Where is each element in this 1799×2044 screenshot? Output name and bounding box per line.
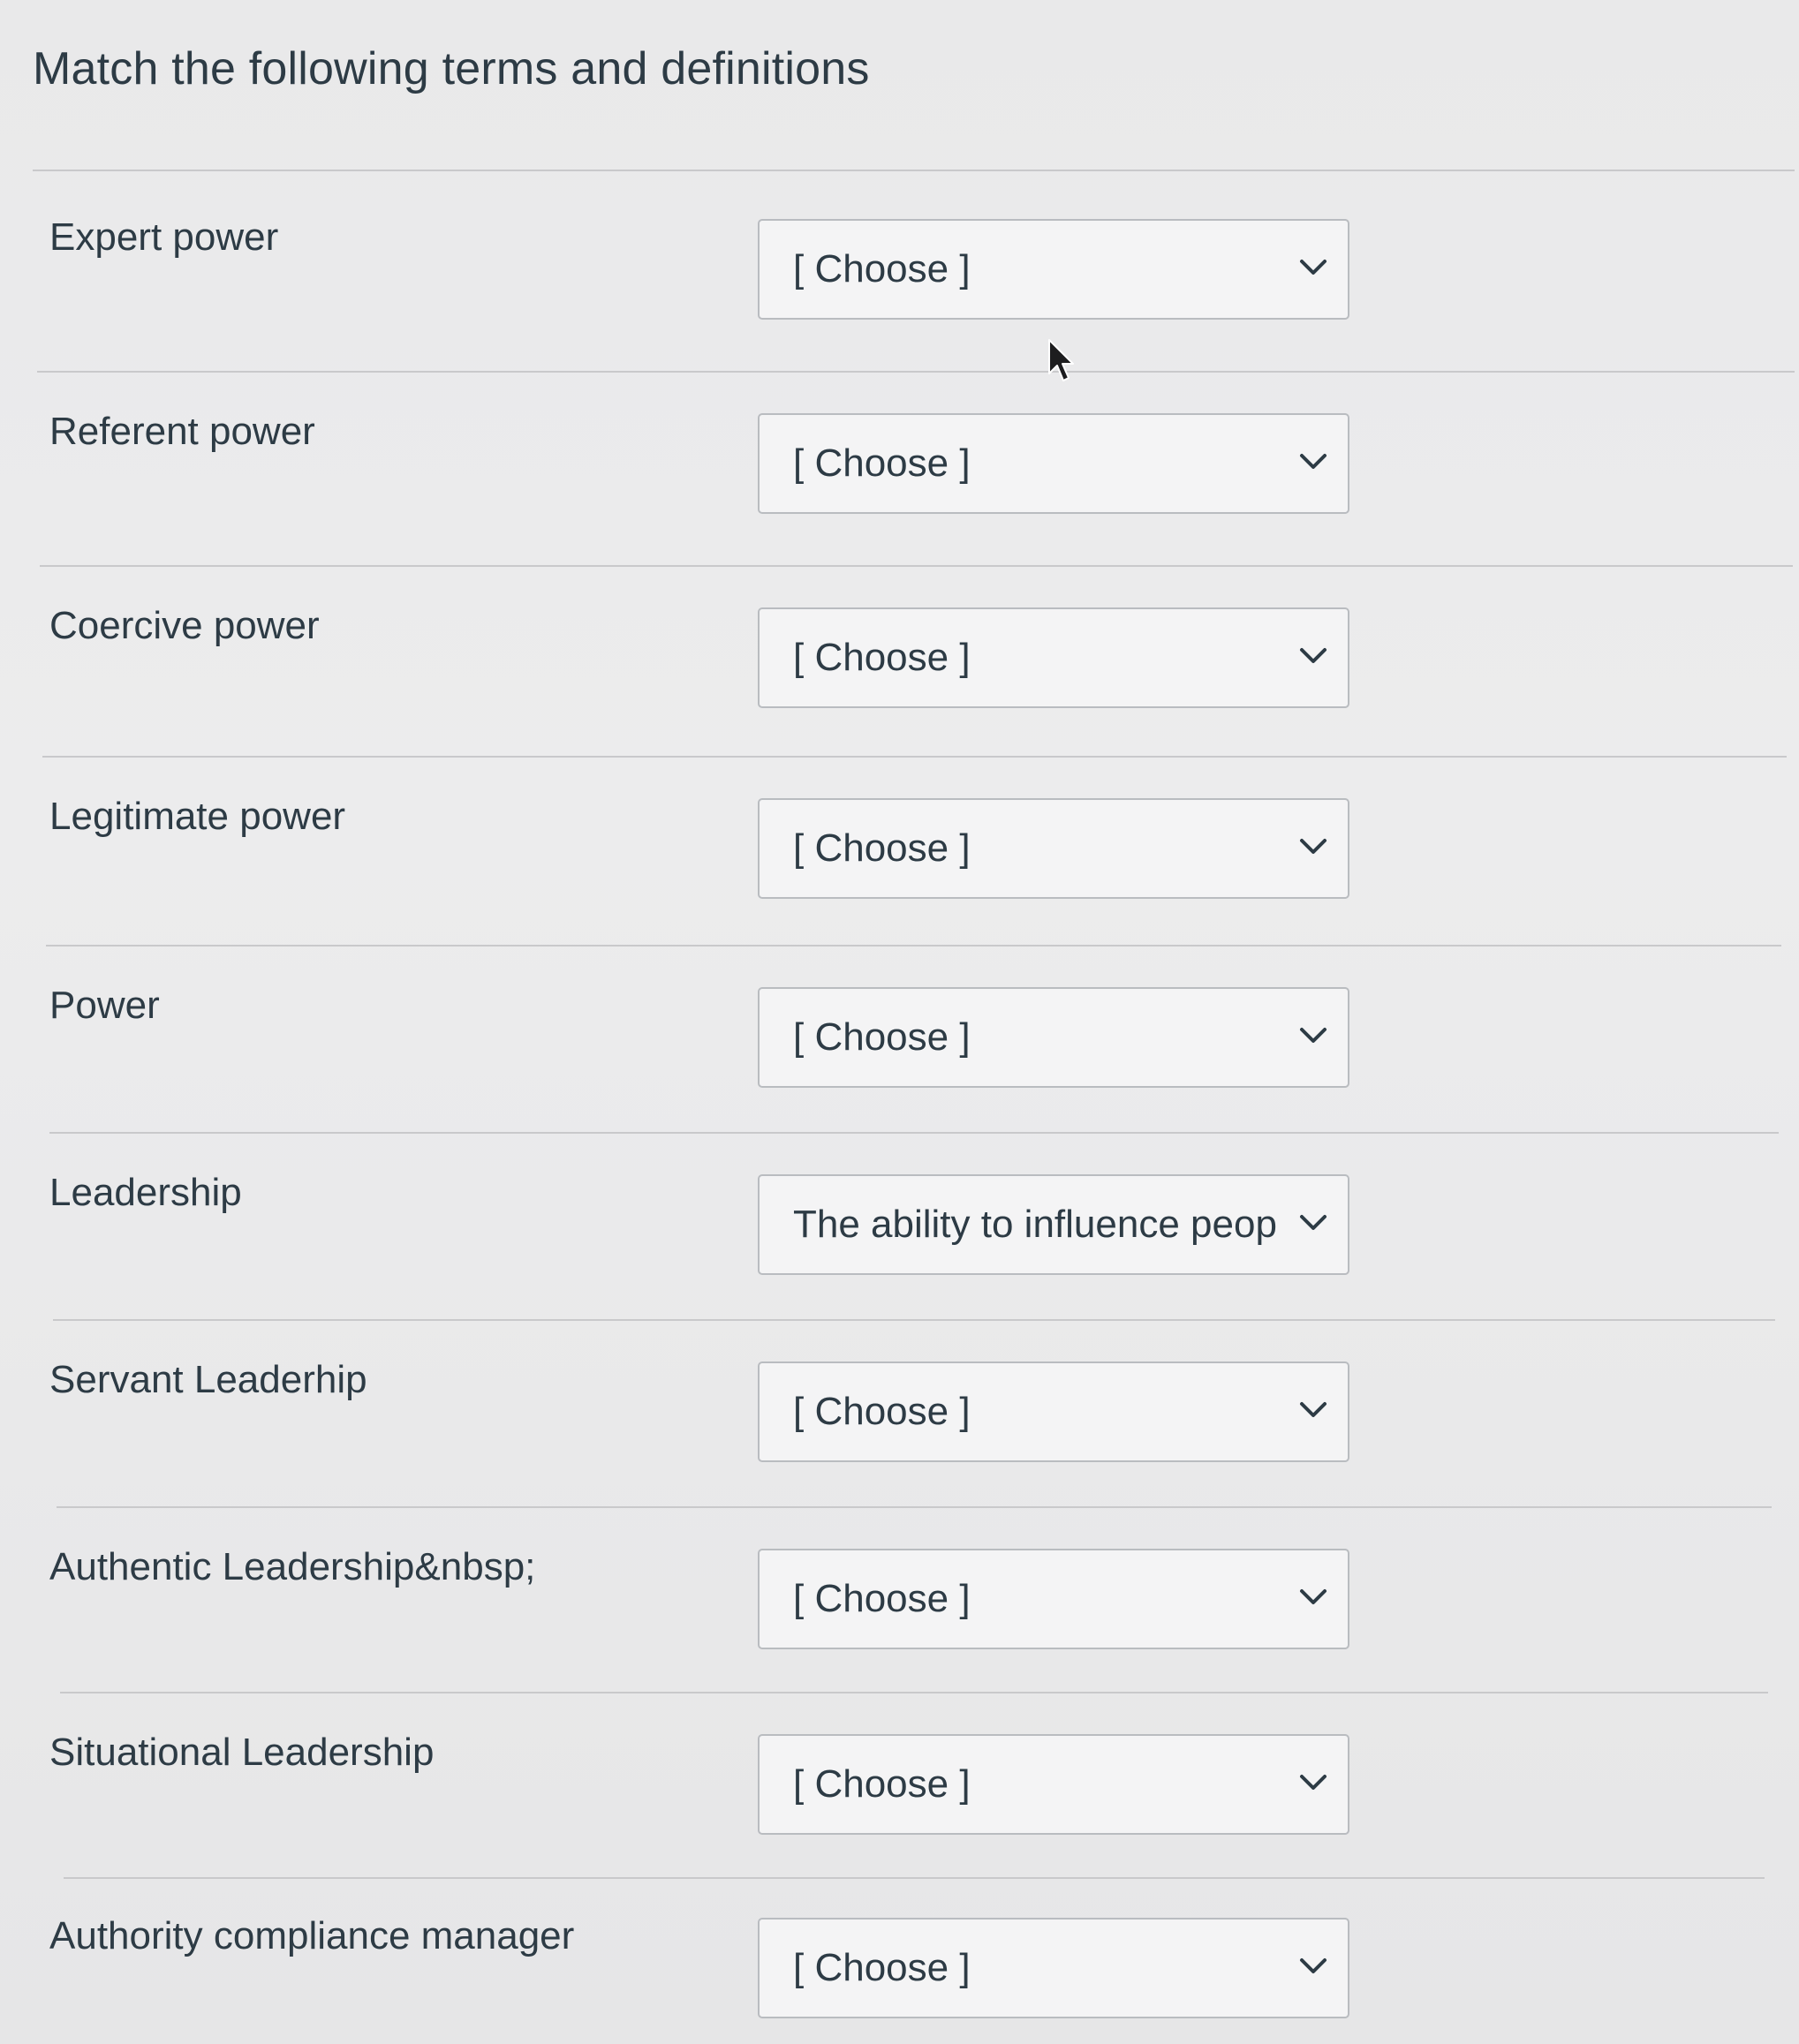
divider xyxy=(60,1692,1768,1693)
definition-select[interactable]: [ Choose ] xyxy=(758,1361,1349,1462)
chevron-down-icon xyxy=(1300,1958,1327,1973)
term-label: Servant Leaderhip xyxy=(49,1358,367,1401)
term-label: Authentic Leadership&nbsp; xyxy=(49,1545,536,1588)
term-label: Authority compliance manager xyxy=(49,1914,575,1957)
definition-select[interactable]: [ Choose ] xyxy=(758,1918,1349,2018)
chevron-down-icon xyxy=(1300,1028,1327,1043)
match-row: Authentic Leadership&nbsp; [ Choose ] xyxy=(0,1515,1799,1704)
chevron-down-icon xyxy=(1300,648,1327,663)
select-value: [ Choose ] xyxy=(793,441,971,485)
match-row: Power [ Choose ] xyxy=(0,954,1799,1143)
definition-select[interactable]: [ Choose ] xyxy=(758,219,1349,320)
question-title: Match the following terms and definition… xyxy=(33,43,870,94)
select-value: [ Choose ] xyxy=(793,1015,971,1059)
term-label: Power xyxy=(49,984,160,1027)
divider xyxy=(57,1506,1772,1508)
match-row: Referent power [ Choose ] xyxy=(0,380,1799,569)
chevron-down-icon xyxy=(1300,1775,1327,1790)
select-value: [ Choose ] xyxy=(793,826,971,870)
match-row: Leadership The ability to influence peop… xyxy=(0,1141,1799,1330)
select-value: The ability to influence people xyxy=(793,1203,1277,1246)
chevron-down-icon xyxy=(1300,1402,1327,1417)
select-value: [ Choose ] xyxy=(793,1390,971,1433)
divider xyxy=(33,170,1795,171)
term-label: Legitimate power xyxy=(49,795,346,838)
term-label: Referent power xyxy=(49,410,315,453)
term-label: Expert power xyxy=(49,215,279,259)
select-value: [ Choose ] xyxy=(793,247,971,290)
definition-select[interactable]: [ Choose ] xyxy=(758,413,1349,514)
definition-select[interactable]: [ Choose ] xyxy=(758,798,1349,899)
chevron-down-icon xyxy=(1300,454,1327,469)
term-label: Situational Leadership xyxy=(49,1731,435,1774)
select-value: [ Choose ] xyxy=(793,1946,971,1989)
chevron-down-icon xyxy=(1300,839,1327,854)
chevron-down-icon xyxy=(1300,260,1327,275)
match-row: Expert power [ Choose ] xyxy=(0,185,1799,374)
definition-select[interactable]: The ability to influence people xyxy=(758,1174,1349,1275)
chevron-down-icon xyxy=(1300,1215,1327,1230)
match-row: Situational Leadership [ Choose ] xyxy=(0,1701,1799,1889)
match-row: Authority compliance manager [ Choose ] xyxy=(0,1884,1799,2044)
divider xyxy=(42,756,1787,758)
divider xyxy=(37,371,1795,373)
chevron-down-icon xyxy=(1300,1589,1327,1604)
divider xyxy=(49,1132,1779,1134)
select-value: [ Choose ] xyxy=(793,1762,971,1806)
definition-select[interactable]: [ Choose ] xyxy=(758,1549,1349,1649)
term-label: Coercive power xyxy=(49,604,320,647)
divider xyxy=(46,945,1781,947)
definition-select[interactable]: [ Choose ] xyxy=(758,1734,1349,1835)
divider xyxy=(40,565,1793,567)
match-row: Coercive power [ Choose ] xyxy=(0,574,1799,763)
match-row: Legitimate power [ Choose ] xyxy=(0,765,1799,954)
definition-select[interactable]: [ Choose ] xyxy=(758,607,1349,708)
select-value: [ Choose ] xyxy=(793,636,971,679)
term-label: Leadership xyxy=(49,1171,242,1214)
definition-select[interactable]: [ Choose ] xyxy=(758,987,1349,1088)
mouse-cursor-icon xyxy=(1048,339,1074,381)
select-value: [ Choose ] xyxy=(793,1577,971,1620)
divider xyxy=(64,1877,1765,1879)
divider xyxy=(53,1319,1775,1321)
match-row: Servant Leaderhip [ Choose ] xyxy=(0,1328,1799,1517)
